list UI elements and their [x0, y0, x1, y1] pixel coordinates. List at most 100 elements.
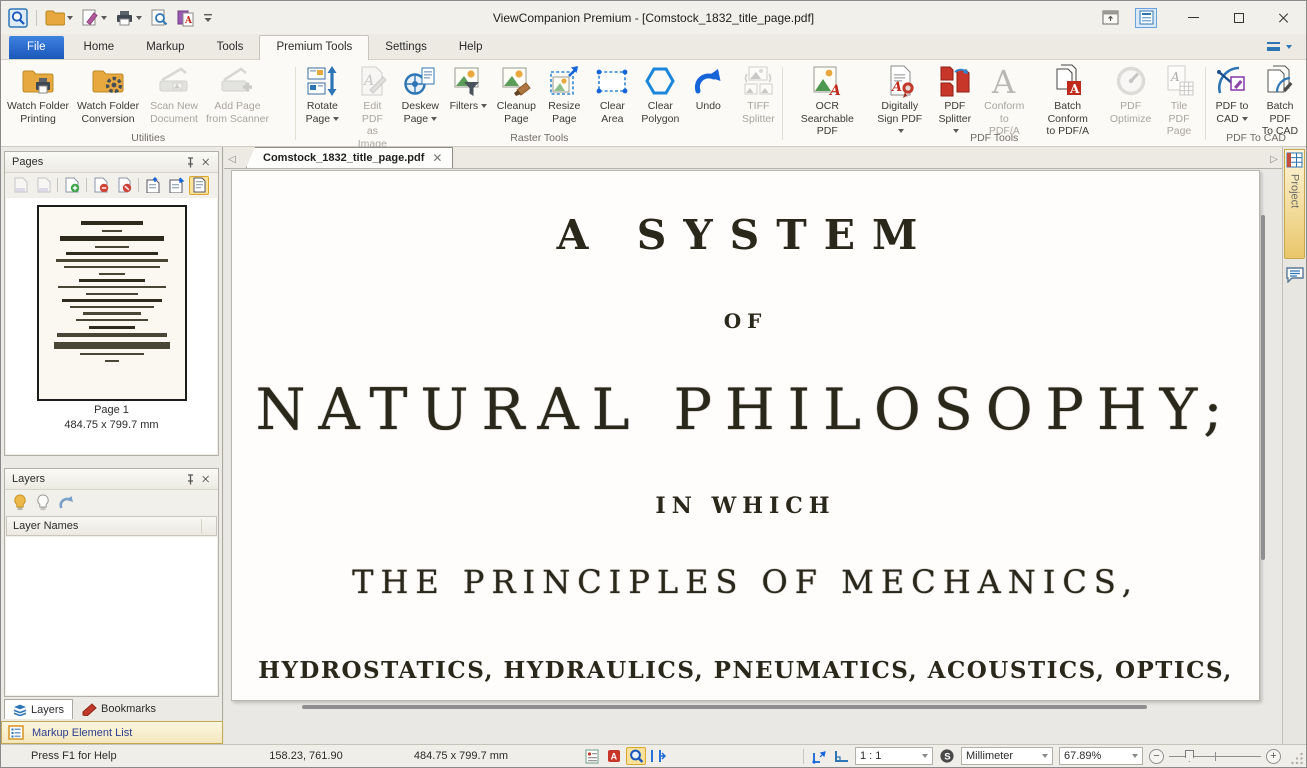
horizontal-scrollbar[interactable]	[302, 705, 1147, 709]
fit-width-icon[interactable]	[648, 747, 668, 765]
watch-folder-printing-button[interactable]: Watch Folder Printing	[3, 61, 73, 131]
document-tab[interactable]: Comstock_1832_title_page.pdf ✕	[246, 147, 453, 168]
edit-pdf-as-image-button[interactable]: A Edit PDF as Image	[348, 61, 396, 131]
layer-off-bulb-icon[interactable]	[33, 493, 53, 512]
customize-quick-access-button[interactable]	[201, 7, 215, 29]
open-file-button[interactable]	[43, 7, 75, 29]
vertical-scrollbar[interactable]	[1261, 215, 1265, 560]
tab-markup[interactable]: Markup	[130, 36, 200, 59]
clear-polygon-button[interactable]: Clear Polygon	[636, 61, 684, 131]
button-label: Undo	[696, 100, 721, 112]
dock-tab-bookmarks[interactable]: Bookmarks	[74, 699, 164, 719]
pdf-mode-icon[interactable]: A	[604, 747, 624, 765]
deskew-page-button[interactable]: Deskew Page	[396, 61, 444, 131]
add-page-button[interactable]	[62, 176, 82, 195]
extract-page-button[interactable]	[10, 176, 30, 195]
scan-new-document-button[interactable]: Scan New Document	[146, 61, 202, 131]
quick-access-toolbar: A	[1, 7, 215, 29]
ocr-searchable-pdf-button[interactable]: A OCR Searchable PDF	[785, 61, 869, 131]
markup-list-icon	[8, 725, 24, 740]
print-preview-button[interactable]	[148, 7, 170, 29]
button-label: PDF Optimize	[1110, 100, 1151, 125]
zoom-slider-thumb[interactable]	[1185, 750, 1194, 762]
ribbon-display-options-button[interactable]	[1267, 42, 1292, 51]
document-tab-close-icon[interactable]: ✕	[432, 151, 442, 165]
tab-settings[interactable]: Settings	[369, 36, 443, 59]
move-page-down-button[interactable]	[166, 176, 186, 195]
layers-undo-button[interactable]	[56, 493, 76, 512]
document-viewport[interactable]: A SYSTEM OF NATURAL PHILOSOPHY; IN WHICH…	[224, 169, 1282, 744]
tab-scroll-left-icon[interactable]: ◁	[224, 150, 240, 168]
add-page-from-scanner-button[interactable]: Add Page from Scanner	[202, 61, 273, 131]
tile-pdf-page-button[interactable]: A Tile PDF Page	[1155, 61, 1203, 131]
page-thumbnail[interactable]	[37, 205, 187, 401]
zoom-out-button[interactable]: −	[1149, 749, 1164, 764]
batch-conform-to-pdfa-button[interactable]: A Batch Conform to PDF/A	[1029, 61, 1106, 131]
pin-icon[interactable]	[182, 472, 198, 487]
tab-tools[interactable]: Tools	[201, 36, 260, 59]
goto-page-button[interactable]	[189, 176, 209, 195]
snap-mode-icon[interactable]: S	[937, 747, 957, 765]
digitally-sign-pdf-button[interactable]: A Digitally Sign PDF	[869, 61, 930, 131]
pdf-page[interactable]: A SYSTEM OF NATURAL PHILOSOPHY; IN WHICH…	[231, 170, 1260, 701]
cleanup-page-button[interactable]: Cleanup Page	[492, 61, 540, 131]
rotate-page-button[interactable]: Rotate Page	[298, 61, 346, 131]
button-label: Cleanup Page	[497, 100, 536, 125]
watch-folder-conversion-button[interactable]: Watch Folder Conversion	[73, 61, 143, 131]
tiff-splitter-button[interactable]: TIFF Splitter	[734, 61, 782, 131]
layer-on-bulb-icon[interactable]	[10, 493, 30, 512]
markup-tools-button[interactable]	[79, 7, 109, 29]
close-button[interactable]	[1261, 4, 1306, 32]
app-logo-icon[interactable]	[6, 7, 30, 29]
scale-dropdown[interactable]: 1 : 1	[855, 747, 933, 765]
main-area: Pages	[1, 147, 1306, 744]
tab-premium-tools[interactable]: Premium Tools	[259, 35, 369, 60]
markup-element-list-bar[interactable]: Markup Element List	[1, 721, 223, 744]
svg-text:A: A	[362, 73, 374, 89]
layer-list[interactable]	[6, 537, 217, 695]
resize-page-button[interactable]: Resize Page	[540, 61, 588, 131]
pin-icon[interactable]	[182, 155, 198, 170]
units-dropdown[interactable]: Millimeter	[961, 747, 1053, 765]
comment-panel-icon[interactable]	[1286, 267, 1304, 283]
publish-pdf-button[interactable]: A	[174, 7, 197, 29]
remove-all-pages-button[interactable]	[114, 176, 134, 195]
tab-scroll-right-icon[interactable]: ▷	[1266, 150, 1282, 168]
arrange-windows-icon[interactable]	[1135, 8, 1157, 28]
layer-names-column-header[interactable]: Layer Names	[6, 516, 217, 536]
zoom-level-dropdown[interactable]: 67.89%	[1059, 747, 1143, 765]
measure-tool-icon[interactable]	[809, 747, 829, 765]
close-icon[interactable]	[198, 472, 214, 487]
close-icon[interactable]	[198, 155, 214, 170]
minimize-button[interactable]	[1171, 4, 1216, 32]
maximize-button[interactable]	[1216, 4, 1261, 32]
resize-grip[interactable]	[1290, 751, 1304, 765]
print-button[interactable]	[113, 7, 144, 29]
move-page-up-button[interactable]	[143, 176, 163, 195]
toggle-panels-icon[interactable]	[1099, 8, 1121, 28]
pdf-to-cad-button[interactable]: PDF to CAD	[1208, 61, 1256, 131]
pdf-splitter-icon	[938, 64, 972, 98]
filters-button[interactable]: Filters	[444, 61, 492, 131]
conform-to-pdfa-button[interactable]: A Conform to PDF/A	[979, 61, 1029, 131]
dock-tab-layers[interactable]: Layers	[4, 699, 73, 719]
markup-dropdown-caret[interactable]	[101, 16, 107, 20]
zoom-in-button[interactable]: +	[1266, 749, 1281, 764]
copy-page-button[interactable]	[33, 176, 53, 195]
pdf-optimize-button[interactable]: PDF Optimize	[1106, 61, 1155, 131]
markup-list-toggle-icon[interactable]	[582, 747, 602, 765]
project-tab[interactable]: Project	[1284, 149, 1305, 259]
tab-help[interactable]: Help	[443, 36, 499, 59]
open-file-dropdown-caret[interactable]	[67, 16, 73, 20]
zoom-tool-icon[interactable]	[626, 747, 646, 765]
pdf-splitter-button[interactable]: PDF Splitter	[930, 61, 979, 131]
batch-pdf-to-cad-button[interactable]: Batch PDF To CAD	[1256, 61, 1304, 131]
remove-page-button[interactable]	[91, 176, 111, 195]
tab-file[interactable]: File	[9, 36, 64, 59]
clear-area-button[interactable]: Clear Area	[588, 61, 636, 131]
print-dropdown-caret[interactable]	[136, 16, 142, 20]
undo-button[interactable]: Undo	[684, 61, 732, 131]
zoom-slider[interactable]	[1169, 748, 1261, 764]
tab-home[interactable]: Home	[68, 36, 131, 59]
ortho-mode-icon[interactable]	[831, 747, 851, 765]
